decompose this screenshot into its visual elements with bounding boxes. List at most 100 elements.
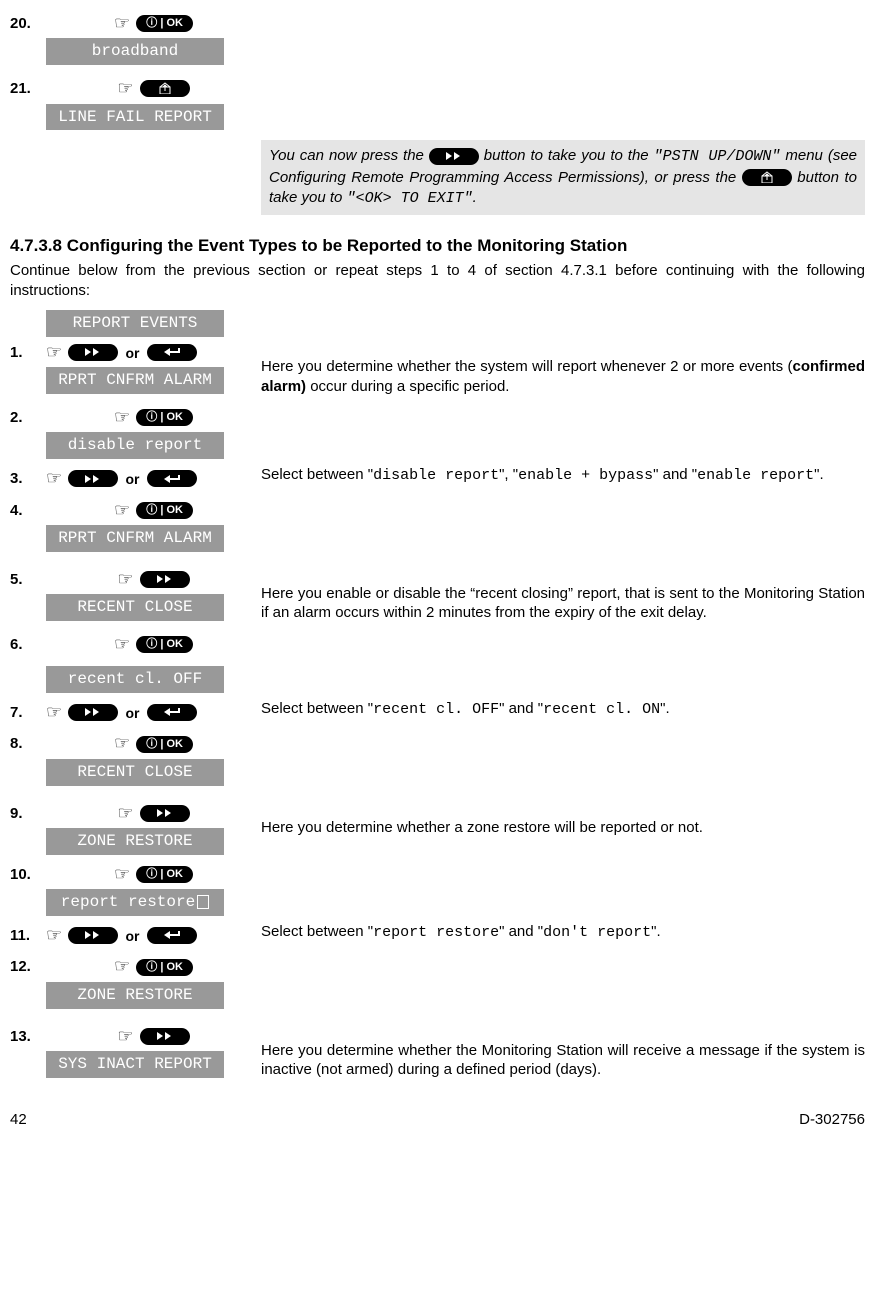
step-description: Here you determine whether the Monitorin… — [261, 1023, 865, 1080]
hand-icon: ☞ — [46, 924, 62, 947]
next-key-icon — [140, 805, 190, 822]
section-heading: 4.7.3.8 Configuring the Event Types to b… — [10, 235, 865, 257]
hand-icon: ☞ — [46, 341, 62, 364]
hand-icon: ☞ — [117, 568, 133, 591]
lcd-display: broadband — [46, 38, 224, 65]
step-description: Select between "disable report", "enable… — [261, 465, 865, 486]
away-key-icon — [742, 169, 792, 186]
step-description: Select between "report restore" and "don… — [261, 922, 865, 943]
hand-icon: ☞ — [117, 1025, 133, 1048]
step-number: 2. — [10, 404, 46, 428]
hand-icon: ☞ — [46, 701, 62, 724]
step-3-row: 3. ☞ or Select between "disable report",… — [10, 465, 865, 490]
section-intro: Continue below from the previous section… — [10, 261, 865, 300]
lcd-display: RPRT CNFRM ALARM — [46, 525, 224, 552]
or-label: or — [125, 928, 139, 944]
step-21-row: 21. ☞ LINE FAIL REPORT — [10, 75, 865, 130]
step-2-row: 2. ☞ ⓘ | OK disable report — [10, 404, 865, 459]
step-number: 12. — [10, 953, 46, 977]
document-id: D-302756 — [799, 1110, 865, 1130]
hand-icon: ☞ — [117, 77, 133, 100]
step-number: 21. — [10, 75, 46, 99]
hand-icon: ☞ — [114, 732, 130, 755]
back-key-icon — [147, 704, 197, 721]
lcd-display: ZONE RESTORE — [46, 828, 224, 855]
back-key-icon — [147, 470, 197, 487]
step-number: 13. — [10, 1023, 46, 1047]
step-description — [261, 10, 865, 28]
step-control: ☞ ZONE RESTORE — [46, 800, 261, 855]
step-control: ☞ ⓘ | OK disable report — [46, 404, 261, 459]
or-label: or — [125, 345, 139, 361]
step-number: 1. — [10, 339, 46, 363]
page-footer: 42 D-302756 — [10, 1110, 865, 1130]
info-ok-key-icon: ⓘ | OK — [136, 959, 193, 976]
step-number: 10. — [10, 861, 46, 885]
step-control: ☞ or — [46, 465, 261, 490]
info-ok-key-icon: ⓘ | OK — [136, 15, 193, 32]
step-number: 11. — [10, 922, 46, 946]
step-20-row: 20. ☞ ⓘ | OK broadband — [10, 10, 865, 65]
step-control: ☞ or — [46, 922, 261, 947]
next-key-icon — [68, 470, 118, 487]
step-number: 6. — [10, 631, 46, 655]
step-control: ☞ ⓘ | OK recent cl. OFF — [46, 631, 261, 693]
step-description: Here you determine whether a zone restor… — [261, 800, 865, 838]
step-control: ☞ RECENT CLOSE — [46, 566, 261, 621]
hand-icon: ☞ — [114, 499, 130, 522]
hand-icon: ☞ — [117, 802, 133, 825]
hand-icon: ☞ — [114, 955, 130, 978]
step-control: ☞ ⓘ | OK RECENT CLOSE — [46, 730, 261, 785]
step-control: ☞ ⓘ | OK report restore — [46, 861, 261, 916]
hand-icon: ☞ — [114, 406, 130, 429]
lcd-display: disable report — [46, 432, 224, 459]
lcd-display: REPORT EVENTS — [46, 310, 224, 337]
step-13-row: 13. ☞ SYS INACT REPORT Here you determin… — [10, 1023, 865, 1080]
lcd-display: RPRT CNFRM ALARM — [46, 367, 224, 394]
hand-icon: ☞ — [46, 467, 62, 490]
hand-icon: ☞ — [114, 633, 130, 656]
page-number: 42 — [10, 1110, 27, 1130]
lcd-display: ZONE RESTORE — [46, 982, 224, 1009]
step-control: ☞ or — [46, 699, 261, 724]
step-4-row: 4. ☞ ⓘ | OK RPRT CNFRM ALARM — [10, 497, 865, 552]
step-description: Select between "recent cl. OFF" and "rec… — [261, 699, 865, 720]
step-number: 20. — [10, 10, 46, 34]
note-text: You can now press the — [269, 147, 429, 164]
step-number: 5. — [10, 566, 46, 590]
lcd-display: LINE FAIL REPORT — [46, 104, 224, 131]
header-lcd-row: REPORT EVENTS — [10, 308, 865, 337]
step-control: ☞ SYS INACT REPORT — [46, 1023, 261, 1078]
next-key-icon — [68, 927, 118, 944]
next-key-icon — [140, 1028, 190, 1045]
hand-icon: ☞ — [114, 12, 130, 35]
next-key-icon — [429, 148, 479, 165]
or-label: or — [125, 471, 139, 487]
away-key-icon — [140, 80, 190, 97]
back-key-icon — [147, 344, 197, 361]
step-12-row: 12. ☞ ⓘ | OK ZONE RESTORE — [10, 953, 865, 1008]
step-1-row: 1. ☞ or RPRT CNFRM ALARM Here you determ… — [10, 339, 865, 396]
step-description — [261, 75, 865, 93]
step-control: ☞ ⓘ | OK ZONE RESTORE — [46, 953, 261, 1008]
or-label: or — [125, 705, 139, 721]
info-ok-key-icon: ⓘ | OK — [136, 866, 193, 883]
lcd-display: report restore — [46, 889, 224, 916]
next-key-icon — [68, 704, 118, 721]
hand-icon: ☞ — [114, 863, 130, 886]
step-number: 9. — [10, 800, 46, 824]
step-number: 3. — [10, 465, 46, 489]
lcd-display: RECENT CLOSE — [46, 594, 224, 621]
step-5-row: 5. ☞ RECENT CLOSE Here you enable or dis… — [10, 566, 865, 623]
info-ok-key-icon: ⓘ | OK — [136, 736, 193, 753]
step-control: ☞ ⓘ | OK RPRT CNFRM ALARM — [46, 497, 261, 552]
lcd-display: RECENT CLOSE — [46, 759, 224, 786]
step-control: ☞ or RPRT CNFRM ALARM — [46, 339, 261, 394]
step-8-row: 8. ☞ ⓘ | OK RECENT CLOSE — [10, 730, 865, 785]
step-9-row: 9. ☞ ZONE RESTORE Here you determine whe… — [10, 800, 865, 855]
next-key-icon — [140, 571, 190, 588]
step-description: Here you determine whether the system wi… — [261, 339, 865, 396]
step-11-row: 11. ☞ or Select between "report restore"… — [10, 922, 865, 947]
step-number: 8. — [10, 730, 46, 754]
instruction-note: You can now press the button to take you… — [261, 140, 865, 215]
